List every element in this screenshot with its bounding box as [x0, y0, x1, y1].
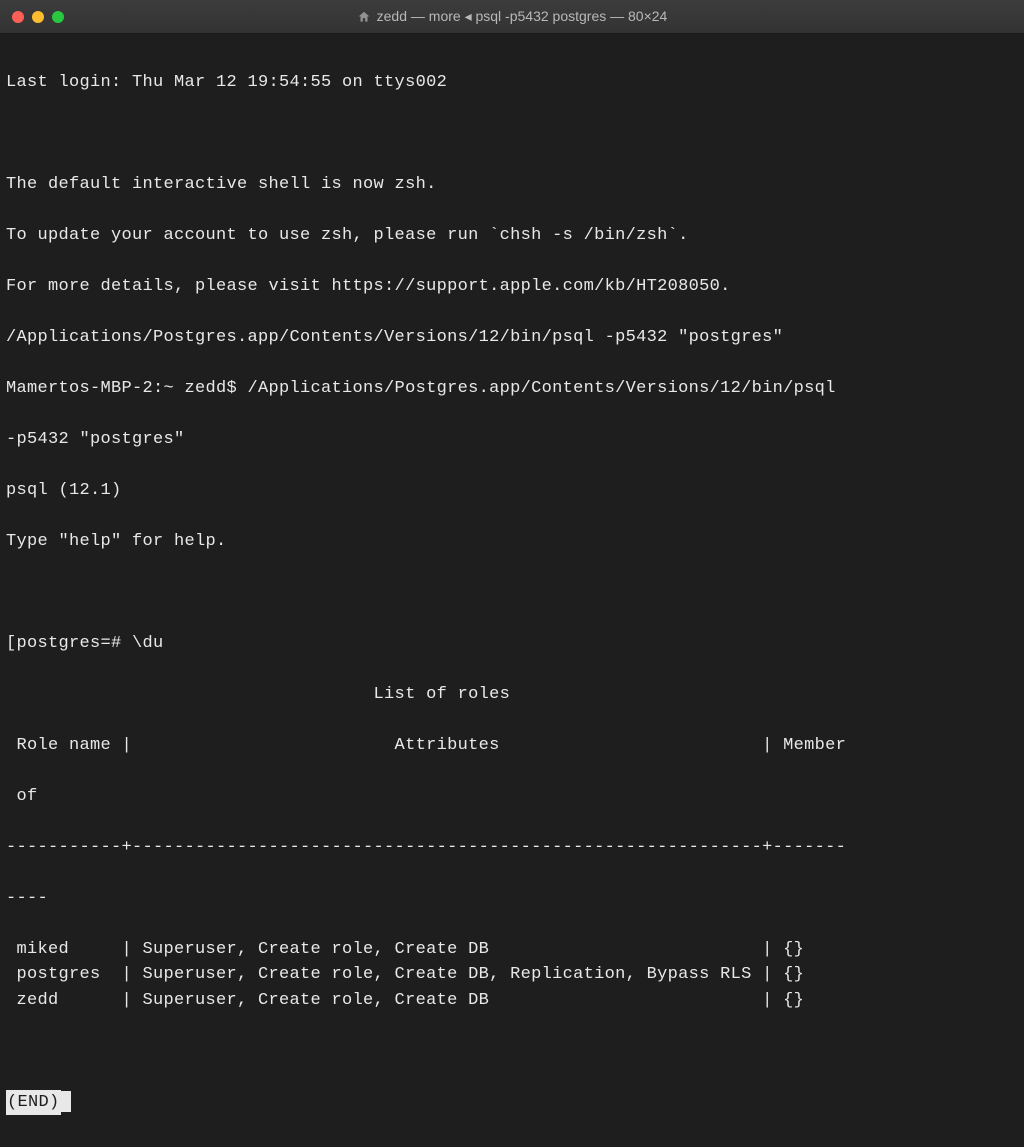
line-psql-path: /Applications/Postgres.app/Contents/Vers… — [6, 325, 1018, 351]
line-list-title: List of roles — [6, 682, 1018, 708]
close-button[interactable] — [12, 11, 24, 23]
pager-end-line: (END) — [6, 1090, 1018, 1116]
line-help-hint: Type "help" for help. — [6, 529, 1018, 555]
window-title-text: zedd — more ◂ psql -p5432 postgres — 80×… — [377, 8, 668, 25]
line-header2: of — [6, 784, 1018, 810]
table-row: miked | Superuser, Create role, Create D… — [6, 937, 1018, 963]
roles-table: miked | Superuser, Create role, Create D… — [6, 937, 1018, 1014]
line-zsh-update: To update your account to use zsh, pleas… — [6, 223, 1018, 249]
maximize-button[interactable] — [52, 11, 64, 23]
line-last-login: Last login: Thu Mar 12 19:54:55 on ttys0… — [6, 70, 1018, 96]
line-blank — [6, 580, 1018, 606]
home-icon — [357, 10, 371, 24]
traffic-lights — [12, 11, 64, 23]
line-zsh-details: For more details, please visit https://s… — [6, 274, 1018, 300]
table-row: postgres | Superuser, Create role, Creat… — [6, 962, 1018, 988]
titlebar: zedd — more ◂ psql -p5432 postgres — 80×… — [0, 0, 1024, 34]
line-blank-after — [6, 1039, 1018, 1065]
line-blank — [6, 121, 1018, 147]
line-psql-version: psql (12.1) — [6, 478, 1018, 504]
line-separator: -----------+----------------------------… — [6, 835, 1018, 861]
line-psql-prompt: [postgres=# \du — [6, 631, 1018, 657]
terminal-body[interactable]: Last login: Thu Mar 12 19:54:55 on ttys0… — [0, 34, 1024, 1147]
window-title: zedd — more ◂ psql -p5432 postgres — 80×… — [0, 8, 1024, 25]
line-separator2: ---- — [6, 886, 1018, 912]
minimize-button[interactable] — [32, 11, 44, 23]
line-zsh-notice: The default interactive shell is now zsh… — [6, 172, 1018, 198]
pager-end-marker: (END) — [6, 1090, 61, 1116]
line-prompt2: -p5432 "postgres" — [6, 427, 1018, 453]
table-row: zedd | Superuser, Create role, Create DB… — [6, 988, 1018, 1014]
line-header: Role name | Attributes | Member — [6, 733, 1018, 759]
cursor-icon — [61, 1091, 71, 1111]
line-prompt: Mamertos-MBP-2:~ zedd$ /Applications/Pos… — [6, 376, 1018, 402]
